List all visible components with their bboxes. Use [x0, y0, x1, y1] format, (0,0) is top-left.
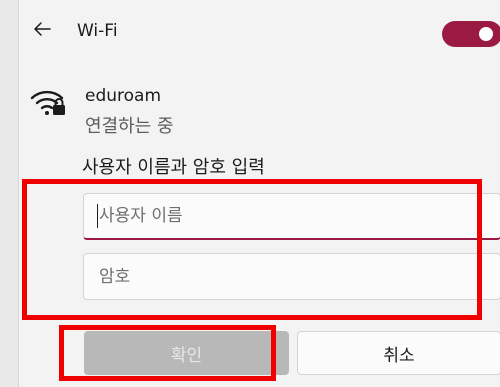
confirm-button[interactable]: 확인	[84, 331, 289, 375]
panel-title: Wi-Fi	[77, 21, 118, 41]
credentials-prompt: 사용자 이름과 암호 입력	[82, 157, 265, 178]
password-input[interactable]	[83, 253, 500, 300]
cancel-button[interactable]: 취소	[297, 331, 500, 375]
back-arrow-icon[interactable]	[31, 18, 53, 40]
username-input[interactable]	[83, 193, 500, 240]
network-status: 연결하는 중	[85, 116, 174, 137]
wifi-toggle[interactable]	[442, 21, 500, 47]
wifi-panel: Wi-Fi eduroam 연결하는 중 사용자 이름과 암호 입력 확인 취소	[18, 0, 500, 387]
text-caret	[97, 204, 98, 228]
network-name: eduroam	[85, 86, 162, 106]
toggle-knob	[479, 27, 493, 41]
wifi-secured-icon	[29, 86, 69, 118]
